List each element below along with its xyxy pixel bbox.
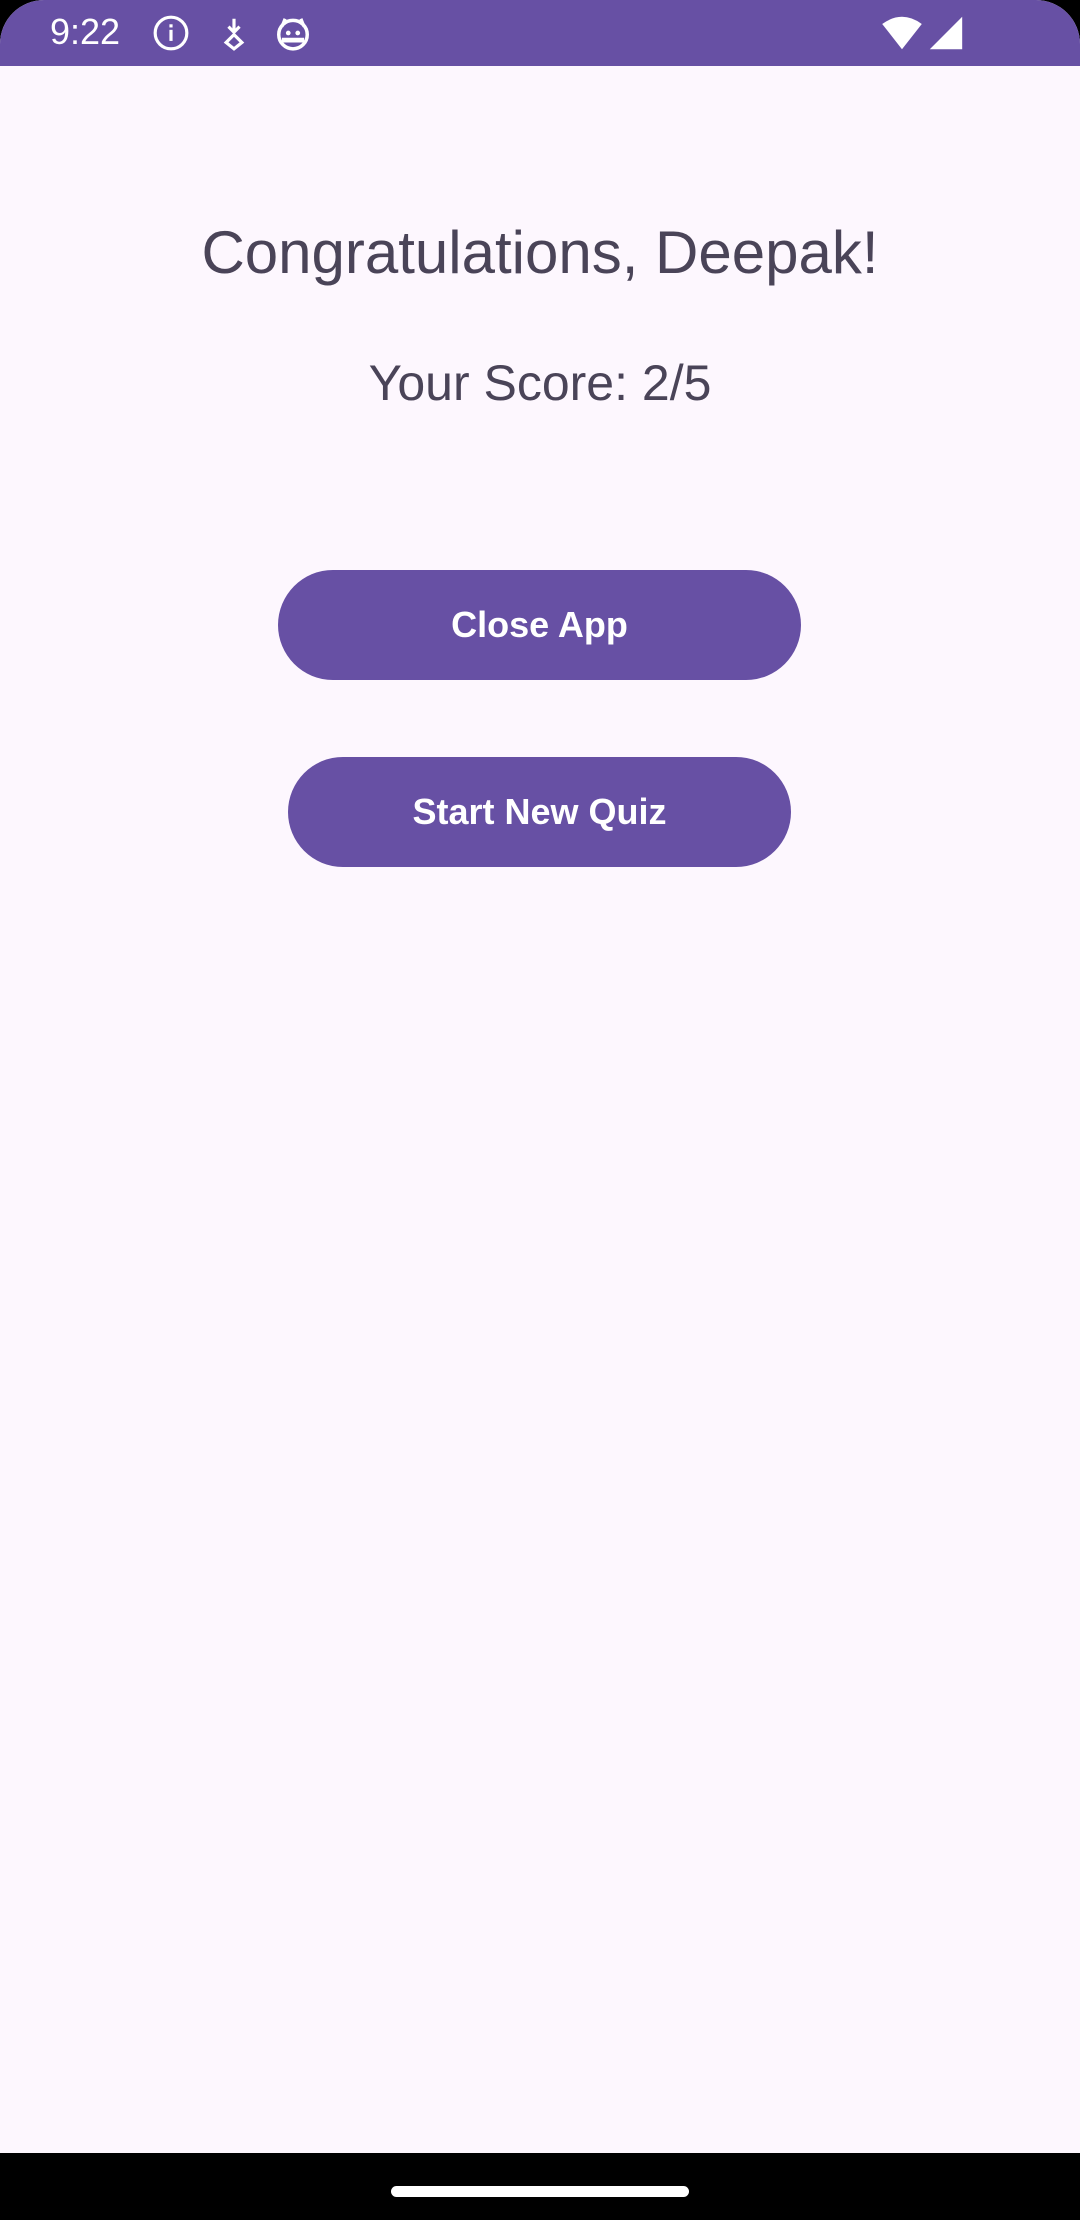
status-time: 9:22 [50, 11, 121, 52]
app-screen: 9:22 Congratulations, Deepak! Your Score… [0, 0, 1080, 2153]
quiz-result-content: Congratulations, Deepak! Your Score: 2/5… [0, 66, 1080, 2153]
start-new-quiz-button[interactable]: Start New Quiz [288, 757, 791, 867]
status-bar: 9:22 [0, 0, 1080, 66]
congratulations-heading: Congratulations, Deepak! [201, 219, 879, 286]
close-app-button[interactable]: Close App [278, 570, 801, 680]
home-indicator[interactable] [391, 2186, 689, 2197]
wifi-icon [880, 15, 924, 51]
download-icon [215, 14, 253, 52]
score-text: Your Score: 2/5 [368, 355, 712, 411]
android-icon [274, 14, 312, 52]
signal-icon [928, 15, 964, 51]
info-icon [152, 14, 190, 52]
